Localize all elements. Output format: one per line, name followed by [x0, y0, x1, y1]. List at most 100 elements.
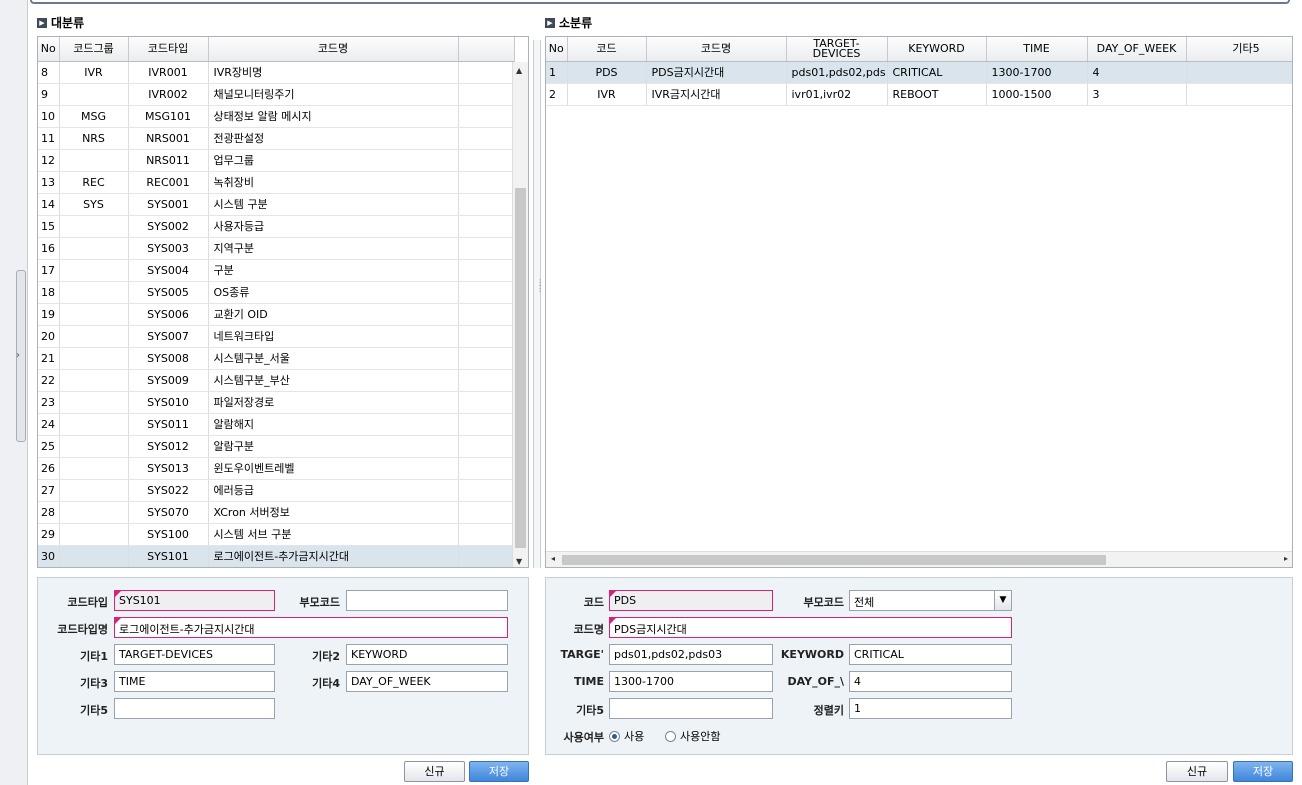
cell-code-name: 윈도우이벤트레벨: [208, 457, 459, 480]
cell-code-type: IVR002: [128, 83, 209, 106]
cell-no: 10: [38, 105, 60, 128]
col-header-code-group[interactable]: 코드그룹: [59, 37, 129, 62]
code-label: 코드: [583, 596, 604, 609]
cell-filler: [458, 347, 515, 370]
cell-no: 23: [38, 391, 60, 414]
scroll-thumb[interactable]: [515, 188, 526, 548]
pane-splitter[interactable]: ⋮ ⋮: [533, 40, 544, 568]
cell-filler: [458, 83, 515, 106]
etc3-input[interactable]: TIME: [114, 671, 275, 692]
use-no-radio[interactable]: 사용안함: [665, 728, 720, 744]
table-row[interactable]: 2 IVR IVR금지시간대 ivr01,ivr02 REBOOT 1000-1500 3: [546, 83, 1292, 106]
radio-selected-icon[interactable]: [609, 731, 620, 742]
table-row[interactable]: 1 PDS PDS금지시간대 pds01,pds02,pds CRITICAL 1300-…: [546, 61, 1292, 84]
table-row[interactable]: 17 SYS004 구분: [38, 259, 515, 282]
parent-code-select[interactable]: 전체 ▼: [849, 590, 1012, 611]
table-row[interactable]: 21 SYS008 시스템구분_서울: [38, 347, 515, 370]
cell-code-name: 시스템구분_부산: [208, 369, 459, 392]
keyword-input[interactable]: CRITICAL: [849, 644, 1012, 665]
col-header-keyword[interactable]: KEYWORD: [887, 37, 987, 62]
left-new-button[interactable]: 신규: [404, 761, 465, 782]
cell-no: 20: [38, 325, 60, 348]
parent-code-input[interactable]: [346, 590, 508, 611]
radio-unselected-icon[interactable]: [665, 731, 676, 742]
cell-no: 15: [38, 215, 60, 238]
table-row[interactable]: 29 SYS100 시스템 서브 구분: [38, 523, 515, 546]
etc1-label: 기타1: [80, 650, 108, 663]
right-save-button[interactable]: 저장: [1233, 761, 1293, 782]
cell-no: 26: [38, 457, 60, 480]
keyword-label: KEYWORD: [780, 648, 844, 661]
cell-code-name: 상태정보 알람 메시지: [208, 105, 459, 128]
table-row[interactable]: 28 SYS070 XCron 서버정보: [38, 501, 515, 524]
sort-key-input[interactable]: 1: [849, 698, 1012, 719]
col-header-no[interactable]: No: [38, 37, 60, 62]
chevron-down-icon[interactable]: ▼: [994, 591, 1011, 610]
table-row[interactable]: 22 SYS009 시스템구분_부산: [38, 369, 515, 392]
cell-code-group: [59, 347, 129, 370]
table-row[interactable]: 13 REC REC001 녹취장비: [38, 171, 515, 194]
col-header-day-of-week[interactable]: DAY_OF_WEEK: [1087, 37, 1187, 62]
right-grid-hscrollbar[interactable]: ◂ ▸: [546, 551, 1292, 567]
table-row[interactable]: 24 SYS011 알람해지: [38, 413, 515, 436]
day-of-week-input[interactable]: 4: [849, 671, 1012, 692]
etc1-input[interactable]: TARGET-DEVICES: [114, 644, 275, 665]
table-row[interactable]: 30 SYS101 로그에이전트-추가금지시간대: [38, 545, 515, 567]
col-header-code[interactable]: 코드: [567, 37, 647, 62]
cell-code-type: SYS022: [128, 479, 209, 502]
table-row[interactable]: 20 SYS007 네트워크타입: [38, 325, 515, 348]
table-row[interactable]: 26 SYS013 윈도우이벤트레벨: [38, 457, 515, 480]
left-grid-scrollbar[interactable]: ▲ ▼: [512, 62, 528, 567]
table-row[interactable]: 9 IVR002 채널모니터링주기: [38, 83, 515, 106]
use-yes-radio[interactable]: 사용: [609, 728, 644, 744]
table-row[interactable]: 15 SYS002 사용자등급: [38, 215, 515, 238]
table-row[interactable]: 23 SYS010 파일저장경로: [38, 391, 515, 414]
right-new-button[interactable]: 신규: [1166, 761, 1228, 782]
etc2-input[interactable]: KEYWORD: [346, 644, 508, 665]
col-header-code-type[interactable]: 코드타입: [128, 37, 209, 62]
code-input[interactable]: PDS: [609, 590, 773, 611]
cell-no: 12: [38, 149, 60, 172]
scroll-right-icon[interactable]: ▸: [1284, 554, 1288, 563]
scroll-down-icon[interactable]: ▼: [516, 557, 522, 566]
table-row[interactable]: 25 SYS012 알람구분: [38, 435, 515, 458]
code-type-input[interactable]: SYS101: [114, 590, 275, 611]
cell-filler: [458, 303, 515, 326]
table-row[interactable]: 27 SYS022 에러등급: [38, 479, 515, 502]
time-input[interactable]: 1300-1700: [609, 671, 773, 692]
table-row[interactable]: 19 SYS006 교환기 OID: [38, 303, 515, 326]
col-header-etc5[interactable]: 기타5: [1186, 37, 1292, 62]
col-header-target-devices[interactable]: TARGET-DEVICES: [786, 37, 888, 62]
cell-code-type: SYS004: [128, 259, 209, 282]
scroll-up-icon[interactable]: ▲: [516, 66, 522, 75]
cell-filler: [458, 523, 515, 546]
cell-no: 13: [38, 171, 60, 194]
table-row[interactable]: 16 SYS003 지역구분: [38, 237, 515, 260]
target-devices-input[interactable]: pds01,pds02,pds03: [609, 644, 773, 665]
scroll-left-icon[interactable]: ◂: [551, 554, 555, 563]
table-row[interactable]: 18 SYS005 OS종류: [38, 281, 515, 304]
cell-code-group: REC: [59, 171, 129, 194]
table-row[interactable]: 14 SYS SYS001 시스템 구분: [38, 193, 515, 216]
cell-no: 21: [38, 347, 60, 370]
table-row[interactable]: 10 MSG MSG101 상태정보 알람 메시지: [38, 105, 515, 128]
code-type-name-input[interactable]: 로그에이전트-추가금지시간대: [114, 617, 508, 638]
table-row[interactable]: 8 IVR IVR001 IVR장비명: [38, 61, 515, 84]
col-header-no[interactable]: No: [546, 37, 568, 62]
col-header-code-name[interactable]: 코드명: [208, 37, 459, 62]
col-header-time[interactable]: TIME: [986, 37, 1088, 62]
code-name-input[interactable]: PDS금지시간대: [609, 617, 1012, 638]
etc5-input[interactable]: [114, 698, 275, 719]
cell-code-name: XCron 서버정보: [208, 501, 459, 524]
col-header-code-name[interactable]: 코드명: [646, 37, 787, 62]
cell-code-name: 시스템 서브 구분: [208, 523, 459, 546]
chevron-right-icon[interactable]: ›: [16, 350, 20, 361]
etc5-input[interactable]: [609, 698, 773, 719]
table-row[interactable]: 11 NRS NRS001 전광판설정: [38, 127, 515, 150]
cell-code-type: REC001: [128, 171, 209, 194]
hscroll-thumb[interactable]: [562, 555, 1106, 565]
left-save-button[interactable]: 저장: [469, 761, 529, 782]
table-row[interactable]: 12 NRS011 업무그룹: [38, 149, 515, 172]
etc4-input[interactable]: DAY_OF_WEEK: [346, 671, 508, 692]
cell-filler: [458, 171, 515, 194]
